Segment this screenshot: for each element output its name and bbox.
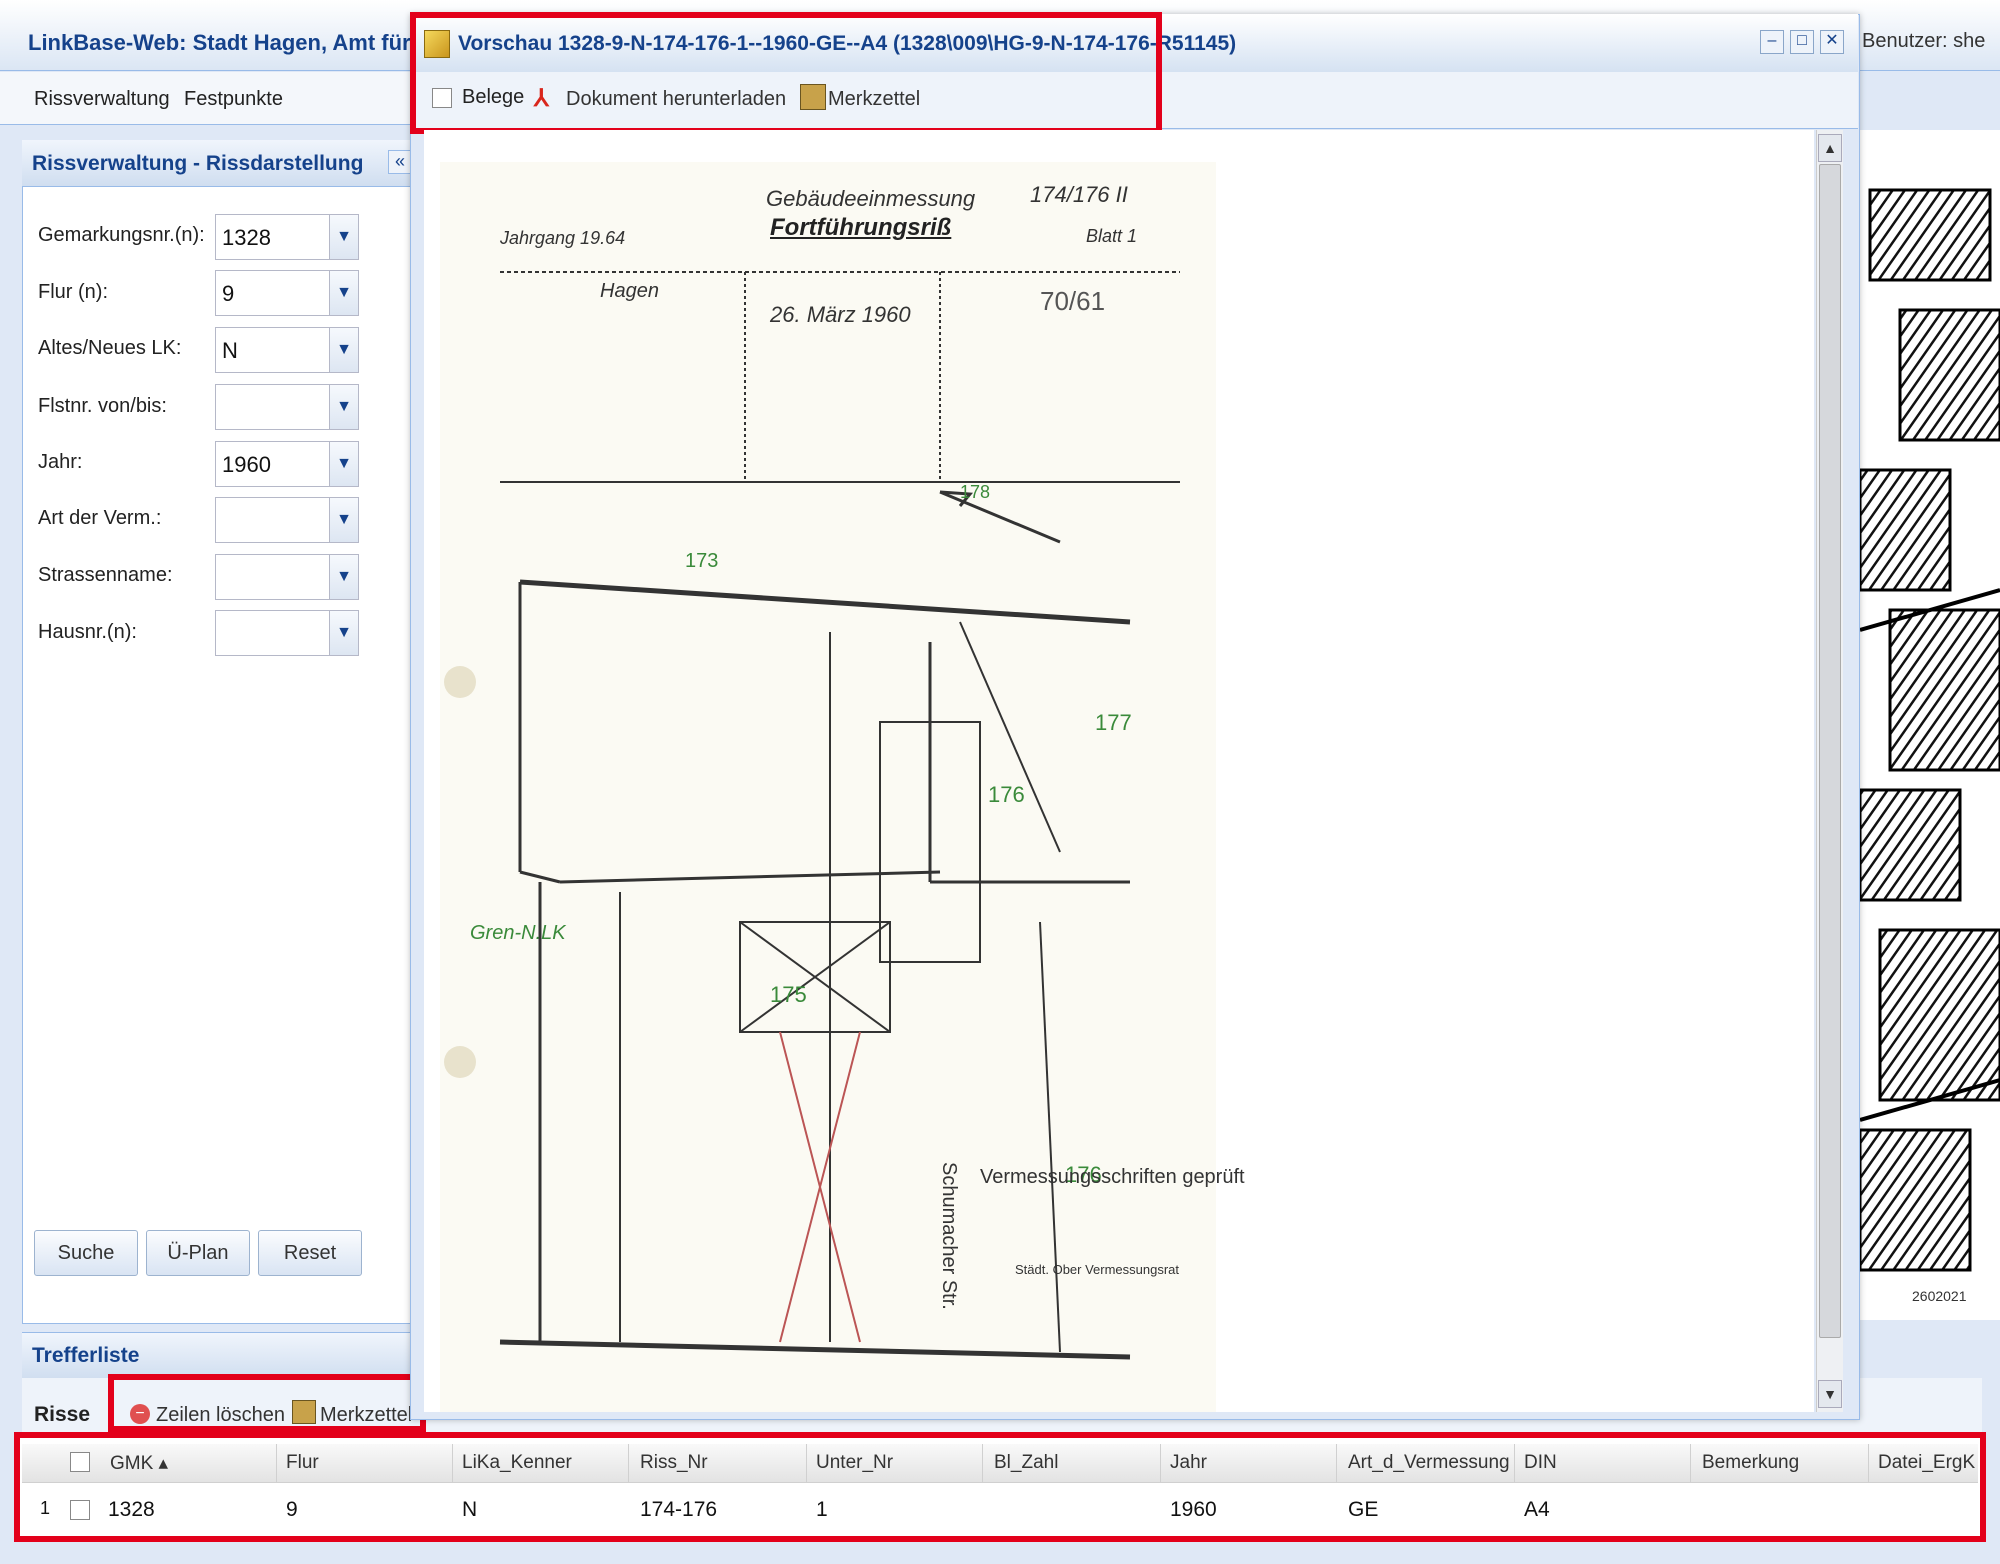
combo-value: 9 <box>222 281 235 306</box>
vertical-scrollbar[interactable]: ▲ ▼ <box>1816 130 1843 1412</box>
doc-subheading: Fortführungsriß <box>770 214 952 241</box>
field-label-jahr: Jahr: <box>38 451 83 473</box>
overview-plan-button[interactable]: Ü-Plan <box>146 1230 250 1276</box>
flur-combo[interactable]: 9 ▼ <box>215 270 359 316</box>
chevron-down-icon[interactable]: ▼ <box>329 555 358 599</box>
doc-year: Jahrgang 19.64 <box>500 228 626 248</box>
doc-date: 26. März 1960 <box>770 302 911 327</box>
doc-street: Schumacher Str. <box>938 1162 960 1310</box>
chevron-down-icon[interactable]: ▼ <box>329 385 358 429</box>
doc-stamp: Vermessungsschriften geprüft <box>980 1166 1245 1188</box>
menu-item-festpunkte[interactable]: Festpunkte <box>184 88 283 111</box>
combo-value: 1960 <box>222 452 271 477</box>
scanned-survey-document: Gebäudeeinmessung Fortführungsriß 174/17… <box>440 162 1245 1412</box>
doc-number: 174/176 II <box>1030 182 1128 207</box>
scroll-thumb[interactable] <box>1819 164 1841 1338</box>
field-label-hausnr: Hausnr.(n): <box>38 621 137 643</box>
jahr-combo[interactable]: 1960 ▼ <box>215 441 359 487</box>
scroll-up-icon[interactable]: ▲ <box>1818 134 1842 162</box>
survey-drawing <box>444 271 1180 1360</box>
lk-combo[interactable]: N ▼ <box>215 327 359 373</box>
doc-heading: Gebäudeeinmessung <box>766 186 976 211</box>
doc-label: 178 <box>960 482 991 502</box>
hausnr-combo[interactable]: ▼ <box>215 610 359 656</box>
doc-sheet: Blatt 1 <box>1086 226 1138 246</box>
user-label: Benutzer: she <box>1862 30 1986 52</box>
chevron-down-icon[interactable]: ▼ <box>329 271 358 315</box>
map-label: 2602021 <box>1912 1288 1967 1304</box>
field-label-strasse: Strassenname: <box>38 564 173 586</box>
field-label-art: Art der Verm.: <box>38 507 162 529</box>
doc-place: Hagen <box>600 280 659 302</box>
field-label-gemarkung: Gemarkungsnr.(n): <box>38 224 205 246</box>
doc-label: 173 <box>685 550 719 572</box>
search-panel-title: Rissverwaltung - Rissdarstellung <box>32 152 364 175</box>
doc-label: 177 <box>1095 710 1132 735</box>
art-combo[interactable]: ▼ <box>215 497 359 543</box>
menu-item-rissverwaltung[interactable]: Rissverwaltung <box>34 88 170 111</box>
chevron-down-icon[interactable]: ▼ <box>329 498 358 542</box>
doc-stamp-subtitle: Städt. Ober Vermessungsrat <box>1015 1262 1180 1277</box>
minimize-icon[interactable]: ‒ <box>1760 30 1784 54</box>
map-image <box>1858 188 2000 1272</box>
combo-value: 1328 <box>222 225 271 250</box>
doc-label: 176 <box>988 782 1025 807</box>
flstnr-combo[interactable]: ▼ <box>215 384 359 430</box>
chevron-down-icon[interactable]: ▼ <box>329 611 358 655</box>
highlight-results-grid <box>14 1432 1986 1542</box>
tab-risse[interactable]: Risse <box>34 1403 90 1427</box>
collapse-panel-button[interactable]: « <box>388 150 412 174</box>
app-title: LinkBase-Web: Stadt Hagen, Amt für Geo <box>28 30 460 55</box>
chevron-down-icon[interactable]: ▼ <box>329 328 358 372</box>
gemarkung-combo[interactable]: 1328 ▼ <box>215 214 359 260</box>
strasse-combo[interactable]: ▼ <box>215 554 359 600</box>
results-title: Trefferliste <box>32 1344 140 1367</box>
map-view[interactable] <box>1858 130 2000 1320</box>
scroll-down-icon[interactable]: ▼ <box>1818 1380 1842 1408</box>
search-panel <box>22 140 416 1324</box>
maximize-icon[interactable]: □ <box>1790 30 1814 54</box>
close-icon[interactable]: ✕ <box>1820 30 1844 54</box>
reset-button[interactable]: Reset <box>258 1230 362 1276</box>
field-label-lk: Altes/Neues LK: <box>38 337 182 359</box>
doc-order-number: 70/61 <box>1040 286 1106 316</box>
doc-label: 175 <box>770 982 807 1007</box>
combo-value: N <box>222 338 238 363</box>
highlight-preview-header <box>410 12 1162 134</box>
chevron-down-icon[interactable]: ▼ <box>329 442 358 486</box>
highlight-results-toolbar <box>108 1374 426 1432</box>
doc-note: Gren-N.LK <box>470 922 566 944</box>
chevron-down-icon[interactable]: ▼ <box>329 215 358 259</box>
field-label-flstnr: Flstnr. von/bis: <box>38 395 167 417</box>
search-button[interactable]: Suche <box>34 1230 138 1276</box>
field-label-flur: Flur (n): <box>38 281 108 303</box>
